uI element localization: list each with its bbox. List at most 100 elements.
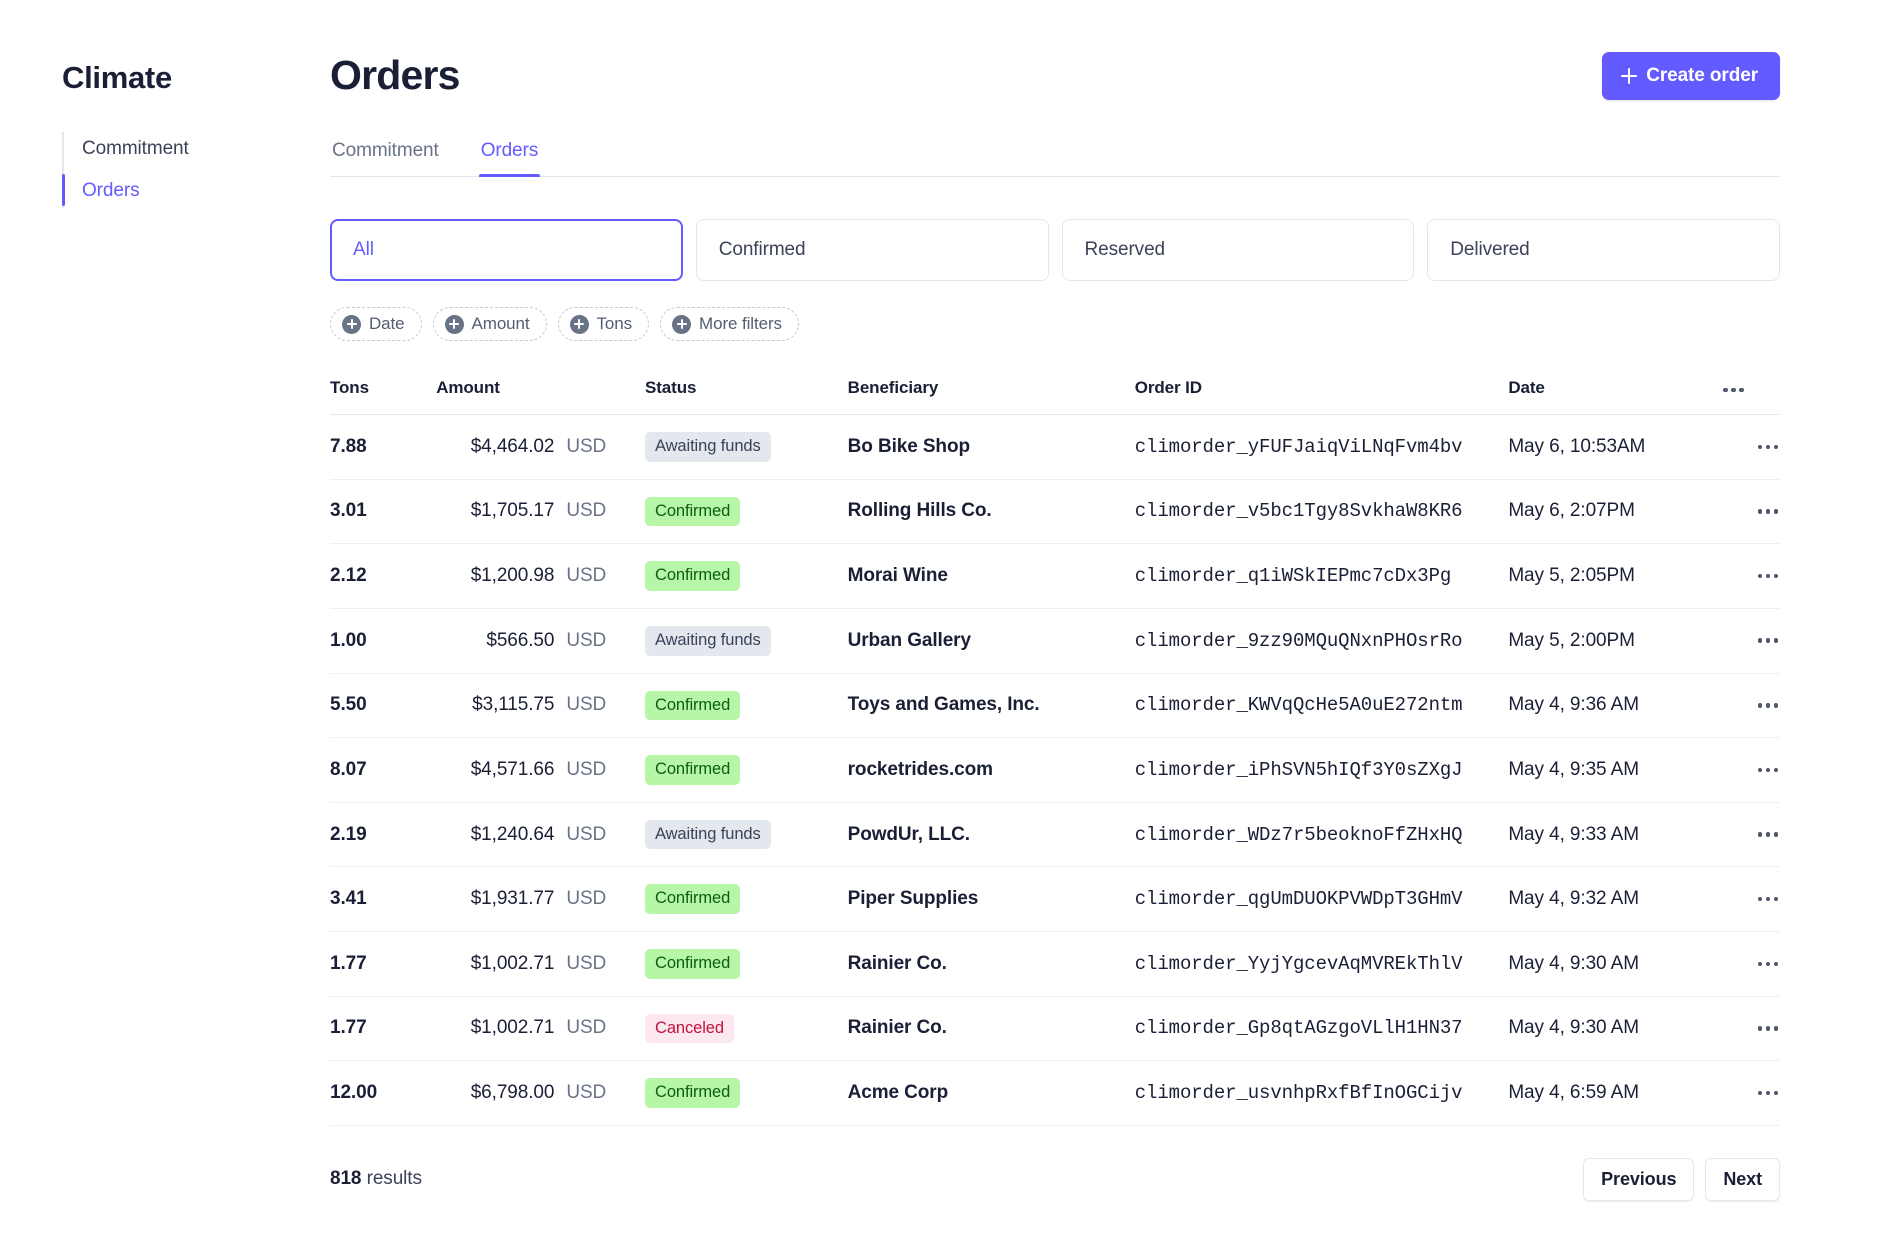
status-badge: Confirmed <box>645 561 741 591</box>
cell-status: Confirmed <box>645 932 848 997</box>
row-ellipsis-icon[interactable] <box>1756 1085 1781 1102</box>
sidebar: Climate Commitment Orders <box>0 0 330 1236</box>
column-header-date[interactable]: Date <box>1508 377 1721 415</box>
status-badge: Confirmed <box>645 1078 741 1108</box>
cell-amount: $1,002.71 USD <box>436 932 645 997</box>
pagination: Previous Next <box>1583 1157 1780 1201</box>
row-ellipsis-icon[interactable] <box>1756 762 1781 779</box>
cell-row-actions <box>1721 415 1780 480</box>
sidebar-item-commitment[interactable]: Commitment <box>82 128 330 170</box>
row-ellipsis-icon[interactable] <box>1756 568 1781 585</box>
row-ellipsis-icon[interactable] <box>1756 439 1781 456</box>
cell-beneficiary: Morai Wine <box>847 565 948 587</box>
row-ellipsis-icon[interactable] <box>1756 697 1781 714</box>
status-badge: Confirmed <box>645 755 741 785</box>
status-filter-all[interactable]: All <box>330 219 683 281</box>
orders-table: Tons Amount Status Beneficiary Order ID … <box>330 377 1780 1126</box>
cell-amount: $3,115.75 USD <box>436 673 645 738</box>
next-page-button[interactable]: Next <box>1705 1157 1780 1201</box>
filter-chip-more-filters[interactable]: More filters <box>660 307 799 341</box>
cell-status: Awaiting funds <box>645 802 848 867</box>
previous-page-button[interactable]: Previous <box>1583 1157 1695 1201</box>
cell-row-actions <box>1721 1061 1780 1126</box>
table-row[interactable]: 1.00 $566.50 USD Awaiting funds Urban Galler… <box>330 608 1780 673</box>
cell-tons: 8.07 <box>330 758 367 780</box>
cell-row-actions <box>1721 544 1780 609</box>
cell-beneficiary: Rainier Co. <box>847 952 947 974</box>
create-order-button[interactable]: Create order <box>1602 52 1780 100</box>
sidebar-nav: Commitment Orders <box>62 128 330 212</box>
cell-status: Confirmed <box>645 867 848 932</box>
column-header-amount[interactable]: Amount <box>436 377 645 415</box>
column-header-tons[interactable]: Tons <box>330 377 436 415</box>
column-header-status[interactable]: Status <box>645 377 848 415</box>
cell-row-actions <box>1721 996 1780 1061</box>
table-row[interactable]: 1.77 $1,002.71 USD Confirmed Rainier Co. clim… <box>330 932 1780 997</box>
amount-currency: USD <box>566 500 607 522</box>
filter-chip-date[interactable]: Date <box>330 307 422 341</box>
cell-tons: 3.01 <box>330 500 367 522</box>
table-row[interactable]: 1.77 $1,002.71 USD Canceled Rainier Co. climo… <box>330 996 1780 1061</box>
cell-amount: $6,798.00 USD <box>436 1061 645 1126</box>
cell-row-actions <box>1721 608 1780 673</box>
tab-commitment[interactable]: Commitment <box>330 140 441 176</box>
cell-row-actions <box>1721 802 1780 867</box>
cell-tons: 2.19 <box>330 823 367 845</box>
row-ellipsis-icon[interactable] <box>1756 632 1781 649</box>
row-ellipsis-icon[interactable] <box>1756 1020 1781 1037</box>
status-filter-delivered[interactable]: Delivered <box>1427 219 1780 281</box>
cell-amount: $1,240.64 USD <box>436 802 645 867</box>
page-title: Orders <box>330 52 460 98</box>
row-ellipsis-icon[interactable] <box>1756 826 1781 843</box>
cell-beneficiary: Acme Corp <box>847 1082 949 1104</box>
create-order-label: Create order <box>1646 65 1758 86</box>
filter-chip-tons[interactable]: Tons <box>557 307 650 341</box>
table-row[interactable]: 7.88 $4,464.02 USD Awaiting funds Bo Bike Sh… <box>330 415 1780 480</box>
status-badge: Awaiting funds <box>645 819 771 850</box>
filter-chip-label: Amount <box>471 314 530 333</box>
amount-currency: USD <box>566 888 607 910</box>
table-footer: 818 results Previous Next <box>330 1157 1780 1201</box>
amount-value: $1,002.71 <box>470 1017 555 1039</box>
table-row[interactable]: 3.41 $1,931.77 USD Confirmed Piper Supplies c… <box>330 867 1780 932</box>
amount-value: $1,705.17 <box>470 500 555 522</box>
amount-value: $566.50 <box>486 629 555 651</box>
cell-beneficiary: Rainier Co. <box>847 1017 947 1039</box>
status-badge: Confirmed <box>645 949 741 979</box>
cell-amount: $4,464.02 USD <box>436 415 645 480</box>
cell-order-id: climorder_iPhSVN5hIQf3Y0sZXgJ <box>1134 758 1463 781</box>
table-row[interactable]: 2.12 $1,200.98 USD Confirmed Morai Wine climo… <box>330 544 1780 609</box>
row-ellipsis-icon[interactable] <box>1756 956 1781 973</box>
column-header-order-id[interactable]: Order ID <box>1135 377 1509 415</box>
cell-row-actions <box>1721 867 1780 932</box>
row-ellipsis-icon[interactable] <box>1756 891 1781 908</box>
amount-currency: USD <box>566 1017 607 1039</box>
table-row[interactable]: 2.19 $1,240.64 USD Awaiting funds PowdUr, LL… <box>330 802 1780 867</box>
plus-circle-icon <box>342 314 361 334</box>
filter-chip-amount[interactable]: Amount <box>432 307 547 341</box>
tab-orders[interactable]: Orders <box>478 140 541 177</box>
column-header-beneficiary[interactable]: Beneficiary <box>848 377 1135 415</box>
cell-status: Confirmed <box>645 1061 848 1126</box>
table-row[interactable]: 5.50 $3,115.75 USD Confirmed Toys and Games,… <box>330 673 1780 738</box>
status-filter-confirmed[interactable]: Confirmed <box>695 219 1049 281</box>
cell-order-id: climorder_qgUmDUOKPVWDpT3GHmV <box>1134 888 1463 911</box>
sidebar-item-orders[interactable]: Orders <box>62 170 330 212</box>
amount-value: $1,002.71 <box>470 952 555 974</box>
status-filter-reserved[interactable]: Reserved <box>1061 219 1415 281</box>
cell-tons: 2.12 <box>330 565 367 587</box>
plus-icon <box>1621 68 1638 84</box>
content-tabs: Commitment Orders <box>330 140 1780 177</box>
column-header-actions <box>1721 377 1780 415</box>
table-row[interactable]: 12.00 $6,798.00 USD Confirmed Acme Corp climo… <box>330 1061 1780 1126</box>
amount-value: $4,571.66 <box>470 758 555 780</box>
table-row[interactable]: 3.01 $1,705.17 USD Confirmed Rolling Hills C… <box>330 479 1780 544</box>
ellipsis-icon[interactable] <box>1721 382 1746 399</box>
table-body: 7.88 $4,464.02 USD Awaiting funds Bo Bike Sh… <box>330 415 1780 1126</box>
cell-date: May 5, 2:00PM <box>1508 629 1635 651</box>
amount-currency: USD <box>566 758 607 780</box>
cell-date: May 4, 9:32 AM <box>1508 888 1639 910</box>
cell-status: Confirmed <box>645 479 848 544</box>
row-ellipsis-icon[interactable] <box>1756 503 1781 520</box>
table-row[interactable]: 8.07 $4,571.66 USD Confirmed rocketrides.com… <box>330 738 1780 803</box>
